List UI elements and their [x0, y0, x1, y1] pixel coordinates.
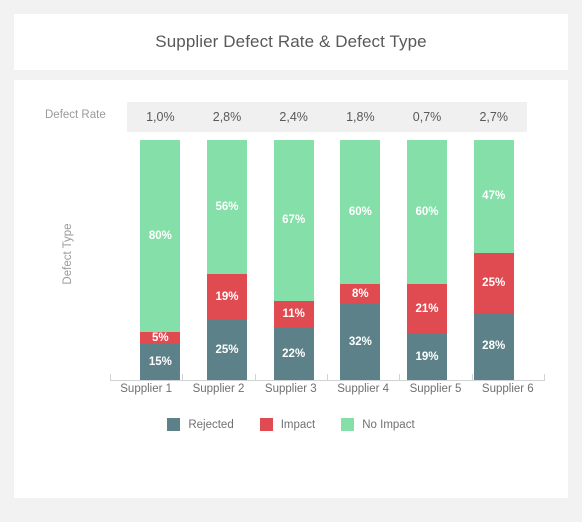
bar-segment-no-impact[interactable]: 56%	[207, 140, 247, 275]
page-title: Supplier Defect Rate & Defect Type	[155, 32, 427, 51]
bar-slot: 56% 19% 25%	[194, 140, 261, 380]
stacked-bar-plot: 80% 5% 15% 56% 19% 25% 67% 11% 22% 60% 8% 32% 60% 21%…	[127, 140, 527, 380]
stacked-bar[interactable]: 60% 8% 32%	[340, 140, 381, 380]
bar-slot: 60% 21% 19%	[394, 140, 461, 380]
defect-rate-band: 1,0% 2,8% 2,4% 1,8% 0,7% 2,7%	[127, 102, 527, 132]
legend-swatch-icon	[341, 418, 355, 431]
x-axis-label-supplier-2: Supplier 2	[192, 383, 245, 395]
legend-label: No Impact	[362, 418, 415, 431]
stacked-bar[interactable]: 47% 25% 28%	[473, 140, 514, 380]
defect-rate-value: 1,8%	[346, 110, 375, 124]
x-axis-label-supplier-1: Supplier 1	[120, 383, 173, 395]
bar-slot: 80% 5% 15%	[127, 140, 194, 380]
bar-segment-impact[interactable]: 19%	[207, 274, 247, 320]
bar-slot: 60% 8% 32%	[327, 140, 394, 380]
defect-rate-value: 2,8%	[212, 110, 242, 124]
x-axis-label-supplier-4: Supplier 4	[337, 383, 390, 395]
defect-rate-value: 2,4%	[279, 110, 308, 124]
bar-segment-impact[interactable]: 11%	[273, 300, 314, 328]
page-root: Supplier Defect Rate & Defect Type Defec…	[0, 0, 582, 522]
bar-slot: 67% 11% 22%	[260, 140, 327, 380]
bar-segment-rejected[interactable]: 32%	[340, 303, 381, 380]
x-axis-label-supplier-5: Supplier 5	[409, 383, 462, 395]
bar-segment-impact[interactable]: 21%	[407, 284, 448, 335]
chart-legend: Rejected Impact No Impact	[14, 418, 568, 431]
x-axis-label-supplier-3: Supplier 3	[264, 383, 317, 395]
defect-rate-value: 2,7%	[479, 110, 508, 124]
bar-segment-no-impact[interactable]: 60%	[407, 140, 448, 284]
bar-segment-rejected[interactable]: 22%	[273, 327, 314, 380]
bar-segment-impact[interactable]: 25%	[473, 252, 514, 313]
legend-item-no-impact[interactable]: No Impact	[341, 418, 415, 431]
bar-segment-no-impact[interactable]: 60%	[340, 140, 381, 284]
x-axis-line	[110, 380, 544, 381]
legend-label: Rejected	[188, 418, 234, 431]
bar-slot: 47% 25% 28%	[460, 140, 527, 380]
x-axis-tick	[544, 374, 545, 381]
bar-segment-rejected[interactable]: 25%	[207, 319, 247, 380]
bar-segment-impact[interactable]: 8%	[340, 284, 381, 304]
bar-segment-no-impact[interactable]: 67%	[273, 140, 314, 301]
stacked-bar[interactable]: 67% 11% 22%	[273, 140, 314, 380]
defect-rate-value: 0,7%	[412, 110, 442, 124]
title-card: Supplier Defect Rate & Defect Type	[14, 14, 568, 70]
stacked-bar[interactable]: 80% 5% 15%	[140, 140, 181, 380]
x-axis-labels: Supplier 1 Supplier 2 Supplier 3 Supplie…	[110, 383, 544, 395]
chart-card: Defect Rate 1,0% 2,8% 2,4% 1,8% 0,7% 2,7…	[14, 80, 568, 498]
stacked-bar[interactable]: 56% 19% 25%	[207, 140, 247, 380]
legend-swatch-icon	[259, 418, 273, 431]
bar-segment-no-impact[interactable]: 47%	[473, 140, 514, 253]
y-axis-label: Defect Type	[62, 223, 74, 285]
legend-label: Impact	[280, 418, 316, 431]
defect-rate-value: 1,0%	[146, 110, 175, 124]
x-axis-label-supplier-6: Supplier 6	[481, 383, 534, 395]
bar-segment-rejected[interactable]: 28%	[473, 312, 514, 380]
legend-swatch-icon	[167, 418, 181, 431]
legend-item-impact[interactable]: Impact	[259, 418, 316, 431]
defect-rate-row: Defect Rate 1,0% 2,8% 2,4% 1,8% 0,7% 2,7…	[14, 102, 568, 132]
bar-segment-impact[interactable]: 5%	[140, 332, 181, 344]
bar-segment-no-impact[interactable]: 80%	[140, 140, 181, 332]
stacked-bar[interactable]: 60% 21% 19%	[407, 140, 448, 380]
defect-rate-label: Defect Rate	[45, 109, 106, 121]
legend-item-rejected[interactable]: Rejected	[167, 418, 234, 431]
